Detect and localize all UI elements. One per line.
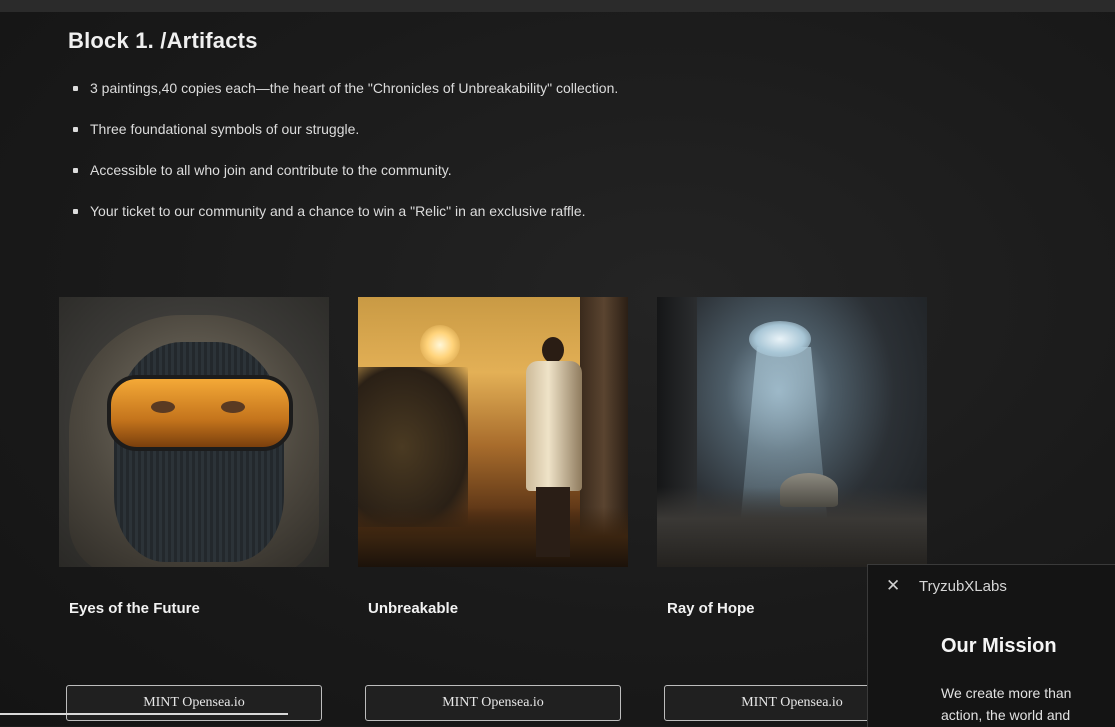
- bullet-item: Three foundational symbols of our strugg…: [70, 119, 618, 160]
- mission-text-line: action, the world and: [941, 707, 1071, 723]
- mission-text-line: We create more than: [941, 685, 1072, 701]
- bullet-list: 3 paintings,40 copies each—the heart of …: [70, 78, 618, 242]
- painting-image-ruined-room-helmet[interactable]: [657, 297, 927, 567]
- artifact-name: Unbreakable: [368, 600, 459, 617]
- painting-image-sunrise-figure[interactable]: [358, 297, 628, 567]
- bullet-item: 3 paintings,40 copies each—the heart of …: [70, 78, 618, 119]
- mission-panel: ✕ TryzubXLabs Our Mission We create more…: [867, 564, 1115, 727]
- mission-text: We create more than action, the world an…: [941, 682, 1115, 726]
- mission-heading: Our Mission: [941, 635, 1057, 657]
- block-title: Block 1. /Artifacts: [68, 28, 258, 53]
- mint-opensea-button[interactable]: MINT Opensea.io: [365, 685, 621, 721]
- brand-name: TryzubXLabs: [919, 578, 1007, 595]
- artifact-card-unbreakable: Unbreakable MINT Opensea.io: [358, 297, 628, 721]
- painting-image-masked-soldier[interactable]: [59, 297, 329, 567]
- artifact-name: Eyes of the Future: [69, 600, 200, 617]
- artifact-card-ray-of-hope: Ray of Hope MINT Opensea.io: [657, 297, 927, 721]
- bullet-item: Your ticket to our community and a chanc…: [70, 201, 618, 242]
- bullet-item: Accessible to all who join and contribut…: [70, 160, 618, 201]
- top-bar: [0, 0, 1115, 12]
- bottom-divider: [0, 713, 288, 715]
- mint-opensea-button[interactable]: MINT Opensea.io: [66, 685, 322, 721]
- artifact-name: Ray of Hope: [667, 600, 755, 617]
- close-icon[interactable]: ✕: [886, 576, 900, 596]
- artifact-card-eyes-of-the-future: Eyes of the Future MINT Opensea.io: [59, 297, 329, 721]
